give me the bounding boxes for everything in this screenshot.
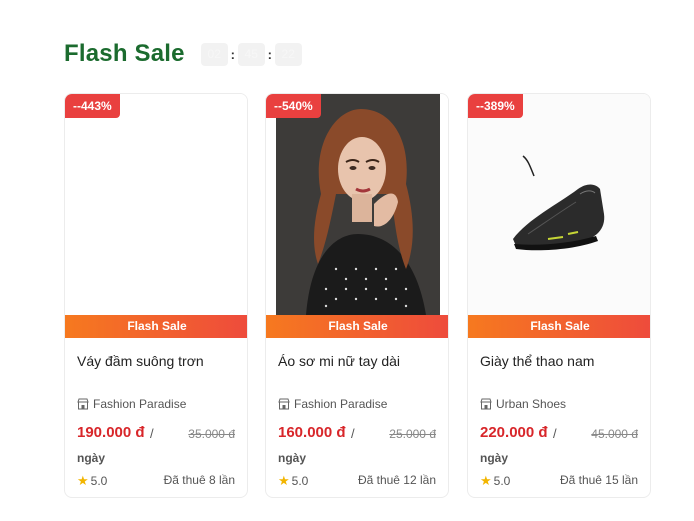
flash-sale-title: Flash Sale [64,40,185,67]
shop-name: Fashion Paradise [294,397,388,411]
rating-value: 5.0 [291,474,309,488]
star-icon: ★ [278,473,290,488]
price-per: / [150,426,154,441]
countdown-minutes: 45 [237,42,265,66]
discount-badge: --389% [468,94,523,118]
rating: ★ 5.0 [278,473,308,489]
product-price: 190.000 đ [77,424,145,441]
store-icon [480,398,492,410]
rental-count: Đã thuê 15 lần [559,473,638,487]
product-card[interactable]: --443% Flash Sale Váy đầm suông trơn Fas… [64,93,248,498]
shop-info[interactable]: Fashion Paradise [278,397,387,411]
flash-sale-banner: Flash Sale [65,315,247,338]
product-price: 160.000 đ [278,424,346,441]
rating-value: 5.0 [90,474,108,488]
rating-value: 5.0 [493,474,511,488]
rating: ★ 5.0 [77,473,107,489]
price-unit: ngày [77,451,106,465]
countdown-separator: : [230,46,235,62]
countdown-seconds: 22 [274,42,302,66]
product-name[interactable]: Giày thể thao nam [480,353,594,369]
product-image[interactable] [468,94,650,315]
sneaker-image [468,94,650,315]
store-icon [77,398,89,410]
product-name[interactable]: Váy đầm suông trơn [77,353,204,369]
countdown-timer: 02 : 45 : 22 [200,42,302,66]
product-price: 220.000 đ [480,424,548,441]
shop-name: Urban Shoes [496,397,567,411]
shop-info[interactable]: Fashion Paradise [77,397,186,411]
store-icon [278,398,290,410]
product-card[interactable]: --389% Flash Sale Giày thể thao nam Urba… [467,93,651,498]
product-card[interactable]: --540% Flash Sale Áo sơ mi nữ tay dài Fa… [265,93,449,498]
product-image[interactable] [65,94,247,315]
shop-info[interactable]: Urban Shoes [480,397,566,411]
countdown-hours: 02 [200,42,228,66]
price-unit: ngày [480,451,509,465]
flash-sale-banner: Flash Sale [468,315,650,338]
shop-name: Fashion Paradise [93,397,187,411]
discount-badge: --443% [65,94,120,118]
star-icon: ★ [77,473,89,488]
flash-sale-header: Flash Sale 02 : 45 : 22 [64,40,302,68]
product-name[interactable]: Áo sơ mi nữ tay dài [278,353,400,369]
rating: ★ 5.0 [480,473,510,489]
rental-count: Đã thuê 12 lần [357,473,436,487]
old-price: 25.000 đ [389,427,436,441]
flash-sale-banner: Flash Sale [266,315,448,338]
old-price: 45.000 đ [591,427,638,441]
price-unit: ngày [278,451,307,465]
product-image[interactable] [266,94,448,315]
old-price: 35.000 đ [188,427,235,441]
price-per: / [351,426,355,441]
rental-count: Đã thuê 8 lần [163,473,235,487]
countdown-separator: : [267,46,272,62]
woman-portrait-image [266,94,448,315]
discount-badge: --540% [266,94,321,118]
star-icon: ★ [480,473,492,488]
price-per: / [553,426,557,441]
